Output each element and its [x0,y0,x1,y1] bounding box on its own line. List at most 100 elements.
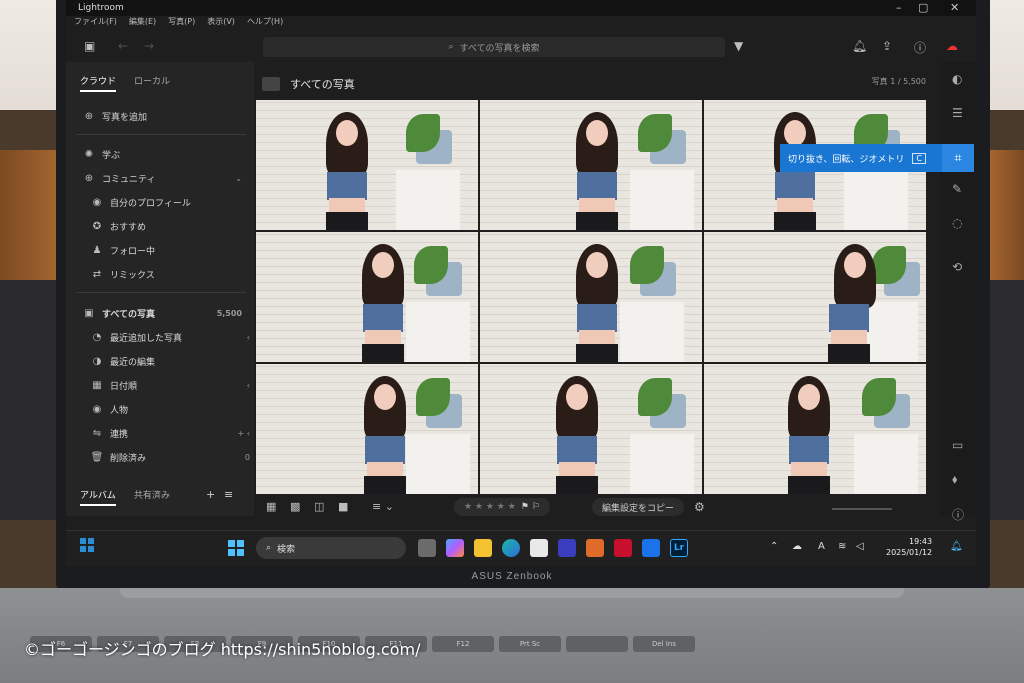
flag-icon[interactable]: ⚑ ⚐ [521,502,540,512]
filter-icon[interactable]: ▼ [734,39,743,53]
file-explorer-icon[interactable] [474,539,492,557]
lightbulb-icon: ✺ [84,148,94,160]
sort-icon[interactable]: ≡ [224,488,233,501]
view-grid-icon[interactable]: ▩ [290,500,300,513]
chevron-left-icon[interactable]: ‹ [247,333,250,342]
photo-thumbnail[interactable] [256,364,478,494]
source-tabs: クラウド ローカル [80,74,170,92]
task-view-icon[interactable] [418,539,436,557]
desk-background-right [988,280,1024,520]
tag-icon[interactable]: ⬧ [952,472,957,487]
view-single-icon[interactable]: ■ [338,500,348,513]
notification-bell-icon[interactable]: 🔔︎ [852,39,867,53]
minimize-icon[interactable]: – [896,1,902,14]
photo-thumbnail[interactable] [480,232,702,362]
add-chevron-icon[interactable]: + ‹ [238,429,250,438]
share-icon[interactable]: ⇪ [882,39,892,53]
rating-flag-control[interactable]: ★ ★ ★ ★ ★ ⚑ ⚐ [454,498,550,516]
menu-photo[interactable]: 写真(P) [168,16,195,32]
sidebar-item-profile[interactable]: ◉ 自分のプロフィール [90,194,250,210]
gear-icon[interactable]: ⚙ [694,500,705,514]
sidebar-item-deleted[interactable]: 🗑︎ 削除済み 0 [90,449,250,465]
comment-icon[interactable]: ▭ [952,438,963,452]
rating-stars[interactable]: ★ ★ ★ ★ ★ [464,502,516,512]
add-album-icon[interactable]: + [206,488,215,501]
photo-thumbnail[interactable] [704,364,926,494]
sidebar-item-by-date[interactable]: ▦ 日付順 ‹ [90,377,250,393]
sidebar-item-learn[interactable]: ✺ 学ぶ [82,146,242,162]
edit-icon[interactable]: ◐ [952,72,962,86]
maximize-icon[interactable]: ▢ [918,1,928,14]
mail-icon[interactable] [642,539,660,557]
onedrive-icon[interactable]: ☁ [792,541,802,552]
menu-file[interactable]: ファイル(F) [74,16,117,32]
copilot-icon[interactable] [446,539,464,557]
menu-edit[interactable]: 編集(E) [129,16,156,32]
view-compare-icon[interactable]: ◫ [314,500,324,513]
edit-history-icon: ◑ [92,355,102,367]
chevron-down-icon[interactable]: ⌄ [235,174,242,183]
desk-background-left [0,280,62,520]
wifi-icon[interactable]: ≋ [838,541,846,552]
chevron-up-icon[interactable]: ⌃ [770,541,778,552]
volume-icon[interactable]: ◁ [856,541,864,552]
lightroom-icon[interactable]: Lr [670,539,688,557]
info-icon[interactable]: ⓘ [952,506,964,523]
keyboard-key[interactable]: F12 [432,636,494,652]
mcafee-icon[interactable] [614,539,632,557]
sidebar-item-recent-edits[interactable]: ◑ 最近の編集 [90,353,250,369]
sort-options-icon[interactable]: ≡ ⌄ [372,500,394,513]
panel-toggle-icon[interactable]: ▣ [84,39,95,53]
app-icon[interactable] [586,539,604,557]
back-arrow-icon[interactable]: ← [118,39,128,53]
zoom-slider[interactable] [832,508,892,510]
sidebar-item-recommended[interactable]: ✪ おすすめ [90,218,250,234]
sidebar-item-following[interactable]: ♟ フォロー中 [90,242,250,258]
view-grid-large-icon[interactable]: ▦ [266,500,276,513]
tab-cloud[interactable]: クラウド [80,74,117,92]
sliders-icon[interactable]: ☰ [952,106,963,120]
keyboard-key[interactable]: Prt Sc [499,636,561,652]
remix-icon: ⇄ [92,268,102,280]
sidebar-item-label: 学ぶ [102,150,121,161]
menu-help[interactable]: ヘルプ(H) [247,16,283,32]
menu-view[interactable]: 表示(V) [207,16,235,32]
forward-arrow-icon[interactable]: → [144,39,154,53]
sidebar-item-all-photos[interactable]: ▣ すべての写真 5,500 [82,305,242,321]
cloud-sync-icon[interactable]: ☁ [946,39,958,53]
mask-icon[interactable]: ◌ [952,216,962,230]
taskbar-clock[interactable]: 19:43 2025/01/12 [886,536,932,558]
photo-thumbnail[interactable] [256,100,478,230]
sidebar-item-community[interactable]: ⊕ コミュニティ ⌄ [82,170,242,186]
sidebar-item-label: 削除済み [110,453,147,464]
copy-settings-button[interactable]: 編集設定をコピー [592,498,685,516]
sidebar-item-remix[interactable]: ⇄ リミックス [90,266,250,282]
store-icon[interactable] [530,539,548,557]
notification-bell-icon[interactable]: 🔔︎ [950,541,963,552]
photo-thumbnail[interactable] [480,100,702,230]
sidebar-item-people[interactable]: ◉ 人物 [90,401,250,417]
photo-thumbnail[interactable] [704,232,926,362]
ime-indicator[interactable]: A [818,541,825,552]
tab-shared[interactable]: 共有済み [134,488,170,506]
sidebar-item-connections[interactable]: ⇋ 連携 + ‹ [90,425,250,441]
edge-browser-icon[interactable] [502,539,520,557]
keyboard-key[interactable]: Del Ins [633,636,695,652]
tab-albums[interactable]: アルバム [80,488,116,506]
healing-icon[interactable]: ✎ [952,182,962,196]
help-icon[interactable]: ⓘ [914,39,926,56]
chevron-left-icon[interactable]: ‹ [247,381,250,390]
app-icon[interactable] [558,539,576,557]
search-input[interactable]: ⌕ すべての写真を検索 [263,37,725,57]
windows-start-icon[interactable] [228,540,244,556]
crop-rotate-icon[interactable]: ⌗ [942,144,974,172]
add-photos-button[interactable]: ⊕ 写真を追加 [82,108,242,124]
close-icon[interactable]: ✕ [950,1,959,14]
tab-local[interactable]: ローカル [134,74,170,92]
keyboard-key[interactable] [566,636,628,652]
photo-thumbnail[interactable] [480,364,702,494]
history-icon[interactable]: ⟲ [952,260,962,274]
taskbar-search[interactable]: ⌕ 検索 [256,537,406,559]
photo-thumbnail[interactable] [256,232,478,362]
sidebar-item-recent-added[interactable]: ◔ 最近追加した写真 ‹ [90,329,250,345]
